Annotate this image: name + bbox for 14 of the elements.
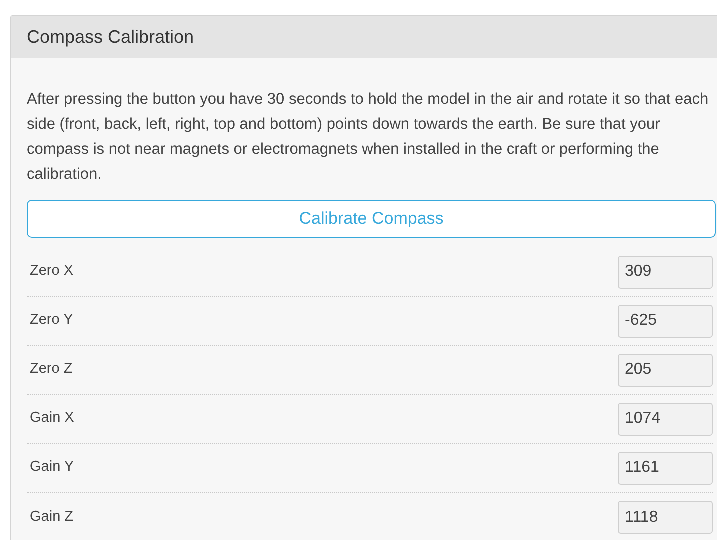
value-field[interactable]: 205 [618, 354, 713, 386]
field-label: Zero Y [30, 311, 74, 330]
value-field[interactable]: 1074 [618, 402, 713, 436]
field-label: Gain X [30, 409, 74, 428]
field-label: Zero X [30, 262, 74, 282]
value-field[interactable]: 309 [618, 256, 713, 288]
value-field[interactable]: 1118 [618, 501, 713, 534]
field-label: Gain Y [30, 458, 74, 478]
field-label: Zero Z [30, 360, 73, 380]
field-label: Gain Z [30, 508, 74, 527]
panel-title: Compass Calibration [27, 26, 194, 49]
value-field[interactable]: -625 [618, 304, 713, 338]
value-field[interactable]: 1161 [618, 452, 713, 484]
description: After pressing the button you have 30 seconds to hold the model in the air and rotate it so that each side (front, back, left, right, top and bottom) points down towards the earth. Be sure that your compass is not near magnets or electromagnets when installed in the craft or performing the calibration. [27, 90, 710, 185]
